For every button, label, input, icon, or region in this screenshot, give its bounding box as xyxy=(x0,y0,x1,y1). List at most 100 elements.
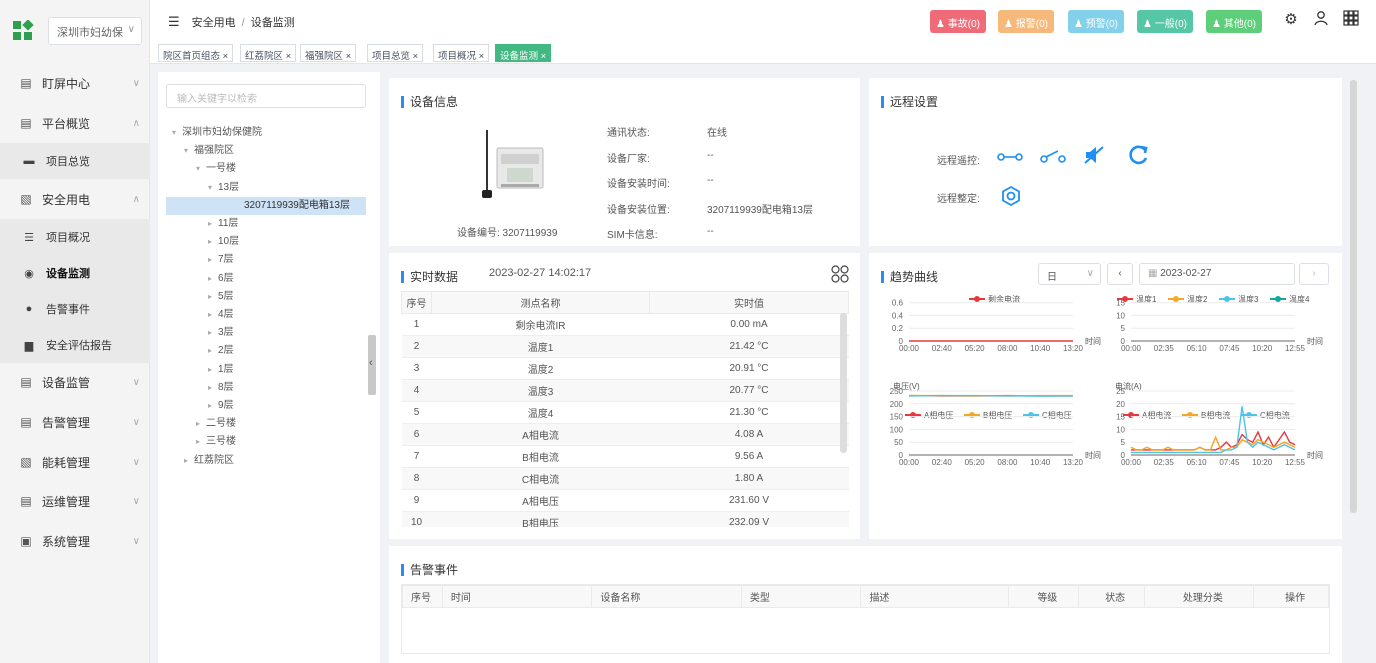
tree-node[interactable]: ▸ 5层 xyxy=(208,288,234,306)
tick-label: 250 xyxy=(890,387,904,396)
nav-sub-safety-report[interactable]: ▆ 安全评估报告 xyxy=(0,327,150,363)
device-field-value: 3207119939配电箱13层 xyxy=(707,204,813,216)
tab-hongli[interactable]: 红荔院区 × xyxy=(240,44,297,62)
nav-item-platform[interactable]: ▤ 平台概览 ∧ xyxy=(0,104,150,142)
alarm-accident-button[interactable]: ♟ 事故(0) xyxy=(930,10,986,33)
tree-node[interactable]: ▾ 13层 xyxy=(208,179,239,197)
nav-item-dashboard[interactable]: ▤ 盯屏中心 ∨ xyxy=(0,64,150,102)
table-cell: 231.60 V xyxy=(649,489,849,512)
caret-right-icon[interactable]: ▸ xyxy=(196,415,206,433)
tree-search-input[interactable]: 输入关键字以检索 xyxy=(166,84,366,108)
page-scrollbar[interactable] xyxy=(1350,80,1357,513)
menu-fold-icon[interactable]: ☰ xyxy=(168,14,180,29)
tree-node[interactable]: 3207119939配电箱13层 xyxy=(166,196,366,215)
column-header: 描述 xyxy=(860,585,1009,608)
caret-right-icon[interactable]: ▸ xyxy=(208,251,218,269)
alarm-general-button[interactable]: ♟ 一般(0) xyxy=(1137,10,1193,33)
tree-node-label: 11层 xyxy=(218,218,239,229)
tab-project-summary[interactable]: 项目概况 × xyxy=(433,44,490,62)
nav-item-device[interactable]: ▤ 设备监管 ∨ xyxy=(0,363,150,401)
axis-label: 时间 xyxy=(1307,450,1323,460)
nav-sub-project-overview[interactable]: ▬ 项目总览 xyxy=(0,143,150,179)
nav-item-label: 告警管理 xyxy=(42,415,91,430)
caret-right-icon[interactable]: ▸ xyxy=(208,215,218,233)
nav-item-ops[interactable]: ▤ 运维管理 ∨ xyxy=(0,482,150,520)
table-cell: 1 xyxy=(401,313,432,336)
org-select-value: 深圳市妇幼保 xyxy=(57,27,123,39)
table-cell: 温度4 xyxy=(431,401,650,424)
org-select[interactable]: 深圳市妇幼保 ∨ xyxy=(48,17,142,45)
table-cell: 20.91 °C xyxy=(649,357,849,380)
caret-down-icon[interactable]: ▾ xyxy=(196,160,206,178)
caret-right-icon[interactable]: ▸ xyxy=(208,288,218,306)
hex-settings-icon[interactable] xyxy=(1000,185,1022,210)
caret-down-icon[interactable]: ▾ xyxy=(208,179,218,197)
caret-down-icon[interactable]: ▾ xyxy=(172,124,182,142)
logo-icon xyxy=(12,19,34,42)
alarm-other-button[interactable]: ♟ 其他(0) xyxy=(1206,10,1262,33)
date-picker[interactable]: ▦ 2023-02-27 xyxy=(1139,263,1295,285)
caret-right-icon[interactable]: ▸ xyxy=(208,233,218,251)
prev-date-button[interactable]: ‹ xyxy=(1107,263,1133,285)
tree-node[interactable]: ▸ 7层 xyxy=(208,251,234,269)
switch-on-icon[interactable] xyxy=(997,150,1023,167)
alarm-label: 报警(0) xyxy=(1015,19,1048,30)
nav-sub-device-monitor[interactable]: ◉ 设备监测 xyxy=(0,255,150,291)
caret-right-icon[interactable]: ▸ xyxy=(208,306,218,324)
tree-node[interactable]: ▸ 二号楼 xyxy=(196,415,236,433)
table-scrollbar[interactable] xyxy=(840,313,847,453)
grid-icon[interactable] xyxy=(1342,10,1360,28)
nav-sub-alarm-events[interactable]: ● 告警事件 xyxy=(0,291,150,327)
tree-node[interactable]: ▾ 深圳市妇幼保健院 xyxy=(172,124,262,142)
tree-node[interactable]: ▸ 8层 xyxy=(208,379,234,397)
nav-item-system[interactable]: ▣ 系统管理 ∨ xyxy=(0,522,150,560)
caret-down-icon[interactable]: ▾ xyxy=(184,142,194,160)
caret-right-icon[interactable]: ▸ xyxy=(208,324,218,342)
tree-node[interactable]: ▸ 4层 xyxy=(208,306,234,324)
user-icon[interactable] xyxy=(1312,10,1330,28)
tab-project-overview[interactable]: 项目总览 × xyxy=(367,44,424,62)
nav-sub-project-summary[interactable]: ☰ 项目概况 xyxy=(0,219,150,255)
legend-label: A相电流 xyxy=(1142,410,1171,420)
tree-node[interactable]: ▸ 红荔院区 xyxy=(184,452,234,470)
tree-node[interactable]: ▸ 9层 xyxy=(208,397,234,415)
period-select[interactable]: 日 ∨ xyxy=(1038,263,1101,285)
tree-node[interactable]: ▸ 6层 xyxy=(208,270,234,288)
nav-item-energy[interactable]: ▧ 能耗管理 ∨ xyxy=(0,443,150,481)
tree-node[interactable]: ▸ 10层 xyxy=(208,233,239,251)
caret-right-icon[interactable]: ▸ xyxy=(208,361,218,379)
nav-item-alarm[interactable]: ▤ 告警管理 ∨ xyxy=(0,403,150,441)
tree-node[interactable]: ▸ 11层 xyxy=(208,215,238,233)
tab-device-monitor[interactable]: 设备监测 × xyxy=(495,44,552,62)
device-field-label: 通讯状态: xyxy=(607,128,650,139)
tab-campus-home[interactable]: 院区首页组态 × xyxy=(158,44,234,62)
tree-node[interactable]: ▾ 一号楼 xyxy=(196,160,236,178)
caret-right-icon[interactable]: ▸ xyxy=(208,270,218,288)
chevron-left-icon[interactable]: ‹ xyxy=(369,357,373,369)
caret-right-icon[interactable]: ▸ xyxy=(208,342,218,360)
system-icon: ▣ xyxy=(20,534,32,548)
nav-item-safety[interactable]: ▧ 安全用电 ∧ xyxy=(0,180,150,218)
caret-right-icon[interactable]: ▸ xyxy=(208,379,218,397)
tree-node[interactable]: ▾ 福强院区 xyxy=(184,142,234,160)
grid-view-icon[interactable] xyxy=(831,265,849,286)
tree-node[interactable]: ▸ 三号楼 xyxy=(196,433,236,451)
device-image xyxy=(473,124,551,204)
tab-fuqiang[interactable]: 福强院区 × xyxy=(300,44,357,62)
next-date-button[interactable]: › xyxy=(1299,263,1329,285)
breadcrumb-item[interactable]: 安全用电 xyxy=(192,17,236,29)
caret-right-icon[interactable]: ▸ xyxy=(208,397,218,415)
caret-right-icon[interactable]: ▸ xyxy=(184,452,194,470)
tree-node-label: 二号楼 xyxy=(206,418,236,430)
switch-off-icon[interactable] xyxy=(1040,148,1066,167)
tree-node[interactable]: ▸ 1层 xyxy=(208,361,234,379)
settings-icon[interactable]: ⚙ xyxy=(1282,10,1300,28)
caret-right-icon[interactable]: ▸ xyxy=(196,433,206,451)
alarm-warning-button[interactable]: ♟ 预警(0) xyxy=(1068,10,1124,33)
refresh-icon[interactable] xyxy=(1127,144,1149,169)
tree-node[interactable]: ▸ 2层 xyxy=(208,342,234,360)
mute-icon[interactable] xyxy=(1083,145,1105,168)
legend-marker xyxy=(1275,296,1281,302)
alarm-alert-button[interactable]: ♟ 报警(0) xyxy=(998,10,1054,33)
tree-node[interactable]: ▸ 3层 xyxy=(208,324,234,342)
